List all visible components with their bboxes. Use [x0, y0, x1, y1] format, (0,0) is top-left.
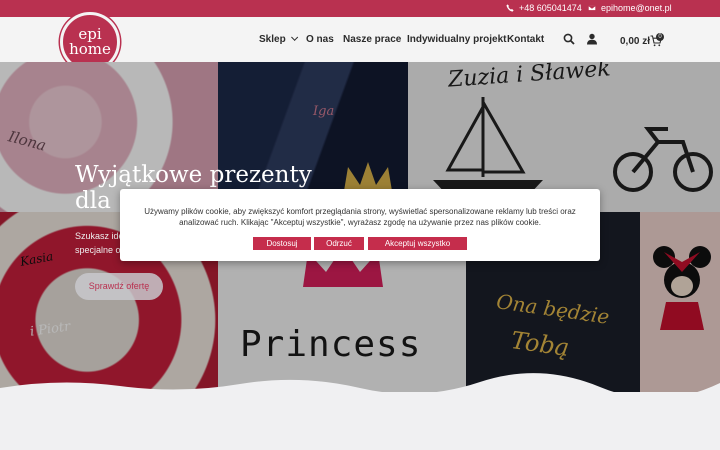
- cookie-text-line: analizować ruch. Klikając "Akceptuj wszy…: [179, 218, 541, 227]
- reject-button[interactable]: Odrzuć: [314, 237, 364, 250]
- phone-icon: [506, 4, 514, 12]
- hero-subtitle: Szukasz ide specjalne o: [75, 229, 124, 257]
- phone-link[interactable]: +48 605041474: [506, 3, 582, 13]
- cart-total[interactable]: 0,00 zł: [620, 36, 650, 47]
- cookie-consent-dialog: Używamy plików cookie, aby zwiększyć kom…: [120, 189, 600, 261]
- nav-item-sklep[interactable]: Sklep: [259, 33, 298, 45]
- cookie-consent-text: Używamy plików cookie, aby zwiększyć kom…: [128, 206, 592, 228]
- email-address: epihome@onet.pl: [601, 3, 672, 13]
- cart-count-badge: 0: [656, 33, 664, 41]
- hero-title-line: Wyjątkowe prezenty: [75, 162, 312, 188]
- logo-line-home: home: [69, 40, 111, 58]
- nav-item-nasze-prace[interactable]: Nasze prace: [343, 34, 401, 45]
- nav-item-o-nas[interactable]: O nas: [306, 34, 334, 45]
- user-icon[interactable]: [586, 33, 598, 45]
- customize-button[interactable]: Dostosuj: [253, 237, 311, 250]
- search-icon[interactable]: [563, 33, 575, 45]
- site-header: epi home Sklep O nas Nasze prace Indywid…: [0, 12, 720, 72]
- phone-number: +48 605041474: [519, 3, 582, 13]
- top-contact-bar: +48 605041474 epihome@onet.pl: [0, 0, 720, 17]
- cookie-text-line: Używamy plików cookie, aby zwiększyć kom…: [144, 207, 576, 216]
- nav-item-label: Sklep: [259, 34, 286, 45]
- hero-subtitle-line: specjalne o: [75, 245, 121, 255]
- chevron-down-icon: [290, 33, 298, 41]
- section-divider-wave: [0, 373, 720, 400]
- email-link[interactable]: epihome@onet.pl: [588, 3, 672, 13]
- check-offer-button[interactable]: Sprawdź ofertę: [75, 273, 163, 300]
- hero-subtitle-line: Szukasz ide: [75, 231, 124, 241]
- nav-item-indywidualny-projekt[interactable]: Indywidualny projekt: [407, 34, 506, 45]
- mail-icon: [588, 5, 596, 11]
- nav-item-kontakt[interactable]: Kontakt: [507, 34, 544, 45]
- accept-all-button[interactable]: Akceptuj wszystko: [368, 237, 467, 250]
